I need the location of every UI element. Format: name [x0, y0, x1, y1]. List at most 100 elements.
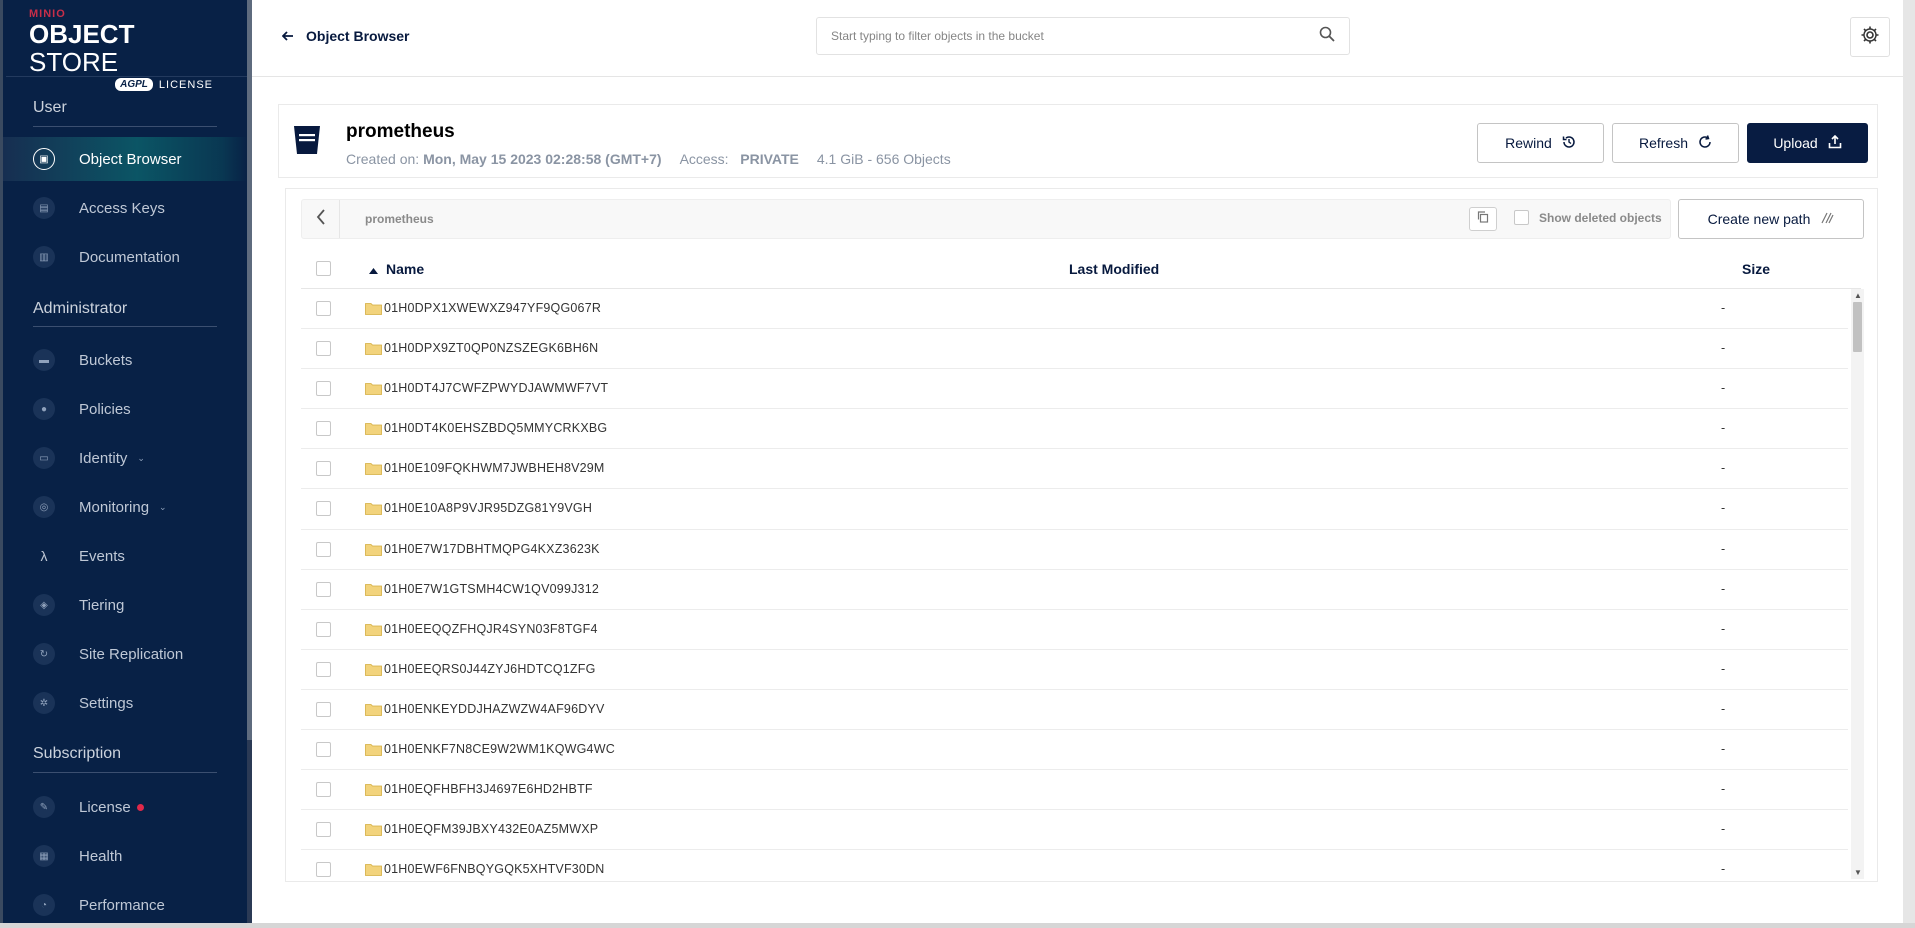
sidebar-item-label: Buckets [79, 351, 133, 369]
scroll-down-icon[interactable]: ▼ [1854, 868, 1862, 877]
sidebar-item-settings[interactable]: ✲ Settings [3, 681, 247, 725]
rewind-button[interactable]: Rewind [1477, 123, 1604, 163]
arrow-left-icon [281, 28, 294, 44]
object-name: 01H0EEQRS0J44ZYJ6HDTCQ1ZFG [384, 661, 596, 676]
back-to-object-browser-link[interactable]: Object Browser [281, 28, 410, 44]
section-title-subscription: Subscription [33, 745, 122, 762]
buckets-icon: ▬ [33, 349, 55, 371]
table-row[interactable]: 01H0EEQQZFHQJR4SYN03F8TGF4 - [301, 610, 1848, 650]
sidebar-item-health[interactable]: ▦ Health [3, 834, 247, 878]
identity-icon: ▭ [33, 447, 55, 469]
column-header-size[interactable]: Size [1742, 261, 1770, 277]
sidebar-item-site-replication[interactable]: ↻ Site Replication [3, 632, 247, 676]
table-row[interactable]: 01H0DPX9ZT0QP0NZSZEGK6BH6N - [301, 329, 1848, 370]
scrollbar-thumb[interactable] [1853, 302, 1862, 352]
sidebar-item-object-browser[interactable]: ▣ Object Browser [3, 137, 247, 181]
row-checkbox[interactable] [316, 421, 331, 437]
table-row[interactable]: 01H0E10A8P9VJR95DZG81Y9VGH - [301, 489, 1848, 530]
create-new-path-button[interactable]: Create new path [1678, 199, 1864, 239]
notification-dot [136, 803, 144, 811]
logo-license-line: AGPL LICENSE [29, 78, 213, 91]
search-icon[interactable] [1319, 26, 1335, 47]
table-row[interactable]: 01H0E109FQKHWM7JWBHEH8V29M - [301, 449, 1848, 490]
rewind-label: Rewind [1505, 135, 1552, 151]
row-checkbox[interactable] [316, 501, 331, 517]
row-checkbox[interactable] [316, 301, 331, 316]
table-row[interactable]: 01H0E7W1GTSMH4CW1QV099J312 - [301, 570, 1848, 610]
table-scrollbar[interactable]: ▲ ▼ [1851, 289, 1864, 879]
table-row[interactable]: 01H0ENKEYDDJHAZWZW4AF96DYV - [301, 690, 1848, 731]
sidebar-item-label: License [79, 798, 131, 816]
table-row[interactable]: 01H0EQFM39JBXY432E0AZ5MWXP - [301, 810, 1848, 851]
sort-asc-icon [369, 261, 378, 277]
chevron-left-icon [316, 208, 326, 230]
folder-icon [365, 383, 382, 396]
performance-icon: ◔ [33, 894, 55, 916]
sidebar-item-performance[interactable]: ◔ Performance [3, 883, 247, 927]
breadcrumb[interactable]: prometheus [365, 212, 434, 226]
sidebar: MINIO OBJECT STORE AGPL LICENSE User ▣ O… [0, 0, 252, 928]
settings-button[interactable] [1850, 17, 1890, 57]
sidebar-item-label: Events [79, 547, 125, 565]
row-checkbox[interactable] [316, 381, 331, 397]
object-list: 01H0DPX1XWEWXZ947YF9QG067R - 01H0DPX9ZT0Q… [301, 289, 1848, 879]
row-checkbox[interactable] [316, 822, 331, 838]
upload-label: Upload [1773, 135, 1818, 151]
column-header-last-modified[interactable]: Last Modified [1069, 261, 1159, 277]
table-row[interactable]: 01H0DPX1XWEWXZ947YF9QG067R - [301, 289, 1848, 330]
sidebar-item-events[interactable]: λ Events [3, 534, 247, 578]
sidebar-item-identity[interactable]: ▭ Identity ⌄ [3, 436, 247, 480]
sidebar-divider [6, 76, 250, 77]
table-row[interactable]: 01H0E7W17DBHTMQPG4KXZ3623K - [301, 530, 1848, 570]
row-checkbox[interactable] [316, 581, 331, 597]
search-input[interactable] [831, 29, 1319, 43]
table-row[interactable]: 01H0EWF6FNBQYGQK5XHTVF30DN - [301, 850, 1848, 879]
table-row[interactable]: 01H0DT4J7CWFZPWYDJAWMWF7VT - [301, 369, 1848, 410]
row-checkbox[interactable] [316, 621, 331, 637]
section-title-user: User [33, 99, 67, 116]
row-checkbox[interactable] [316, 461, 331, 477]
row-checkbox[interactable] [316, 782, 331, 798]
row-checkbox[interactable] [316, 742, 331, 758]
column-header-name[interactable]: Name [369, 261, 424, 277]
show-deleted-checkbox[interactable] [1514, 210, 1529, 225]
table-row[interactable]: 01H0EQFHBFH3J4697E6HD2HBTF - [301, 770, 1848, 811]
object-size: - [1721, 581, 1726, 596]
row-checkbox[interactable] [316, 541, 331, 557]
lambda-icon: λ [40, 548, 48, 564]
table-row[interactable]: 01H0ENKF7N8CE9W2WM1KQWG4WC - [301, 730, 1848, 771]
select-all-checkbox[interactable] [316, 261, 331, 276]
table-row[interactable]: 01H0EEQRS0J44ZYJ6HDTCQ1ZFG - [301, 650, 1848, 690]
minio-logo[interactable]: MINIO OBJECT STORE AGPL LICENSE [29, 8, 229, 91]
row-checkbox[interactable] [316, 862, 331, 878]
row-checkbox[interactable] [316, 701, 331, 717]
copy-path-button[interactable] [1469, 207, 1497, 231]
scroll-up-icon[interactable]: ▲ [1854, 291, 1862, 300]
show-deleted-toggle[interactable]: Show deleted objects [1514, 210, 1662, 225]
sidebar-item-tiering[interactable]: ◈ Tiering [3, 583, 247, 627]
object-size: - [1721, 862, 1726, 877]
back-link-label: Object Browser [306, 28, 410, 44]
sidebar-item-access-keys[interactable]: ▤ Access Keys [3, 186, 247, 230]
refresh-button[interactable]: Refresh [1612, 123, 1739, 163]
object-name: 01H0ENKF7N8CE9W2WM1KQWG4WC [384, 742, 615, 757]
folder-icon [365, 784, 382, 797]
row-checkbox[interactable] [316, 341, 331, 357]
sidebar-scrollbar[interactable] [247, 0, 252, 928]
scrollbar-thumb[interactable] [247, 0, 252, 740]
top-bar: Object Browser [252, 0, 1903, 77]
sidebar-item-documentation[interactable]: ▥ Documentation [3, 235, 247, 279]
folder-icon [365, 663, 382, 676]
object-filter-search[interactable] [816, 17, 1350, 55]
sidebar-item-policies[interactable]: ● Policies [3, 387, 247, 431]
row-checkbox[interactable] [316, 661, 331, 677]
path-back-button[interactable] [302, 200, 340, 238]
table-row[interactable]: 01H0DT4K0EHSZBDQ5MMYCRKXBG - [301, 409, 1848, 450]
object-size: - [1721, 661, 1726, 676]
object-size: - [1721, 541, 1726, 556]
sidebar-item-monitoring[interactable]: ◎ Monitoring ⌄ [3, 485, 247, 529]
sidebar-item-license[interactable]: ✎ License [3, 785, 247, 829]
sidebar-item-label: Settings [79, 694, 134, 712]
upload-button[interactable]: Upload [1747, 123, 1868, 163]
sidebar-item-buckets[interactable]: ▬ Buckets [3, 338, 247, 382]
